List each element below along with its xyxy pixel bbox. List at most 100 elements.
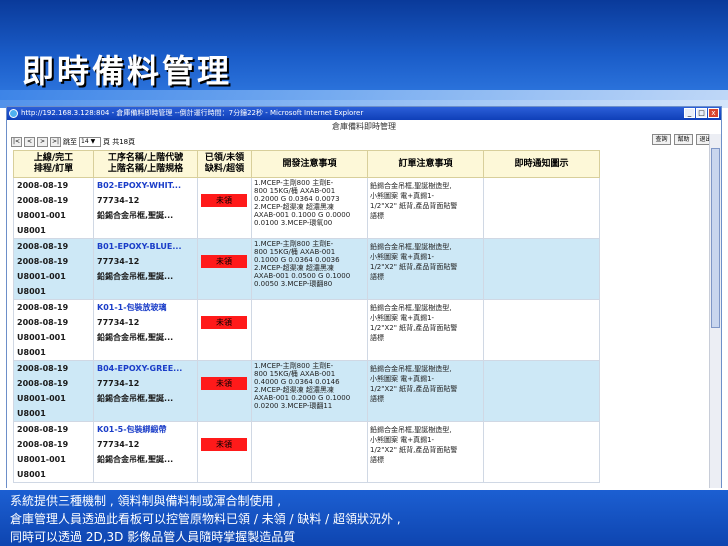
status-badge[interactable]: 未領 [201, 438, 247, 451]
parent-name: 鉛錫合金吊框,聖誕... [97, 272, 174, 281]
cell-order-notes: 鉛錫合金吊框,聖誕樹造型, 小熊圖案 電+真錫1- 1/2"X2" 紙背,產品背面貼… [367, 238, 484, 300]
dev-note-line: 0.1000 G 0.0364 0.0036 [254, 256, 340, 264]
cell-process: K01-5-包裝綁緞帶 77734-12 鉛錫合金吊框,聖誕... [93, 421, 198, 483]
process-link[interactable]: K01-5-包裝綁緞帶 [95, 423, 197, 438]
cell-alerts [483, 360, 600, 422]
cell-date-order: 2008-08-19 2008-08-19 U8001-001 U8001 [13, 421, 94, 483]
cell-date-order: 2008-08-19 2008-08-19 U8001-001 U8001 [13, 177, 94, 239]
query-button[interactable]: 查詢 [652, 134, 671, 145]
maximize-button[interactable]: □ [696, 108, 707, 118]
header-process: 工序名稱/上階代號 上階名稱/上階規格 [93, 150, 198, 178]
table-row[interactable]: 2008-08-19 2008-08-19 U8001-001 U8001 K01-5-… [13, 421, 600, 483]
scrollbar-thumb[interactable] [711, 148, 720, 328]
date-value: 2008-08-19 [17, 303, 69, 312]
date-value: 2008-08-19 [17, 318, 69, 327]
header-status: 已領/未領 缺料/超領 [197, 150, 252, 178]
status-badge[interactable]: 未領 [201, 377, 247, 390]
table-row[interactable]: 2008-08-19 2008-08-19 U8001-001 U8001 B01-EP… [13, 238, 600, 300]
cell-status: 未領 [197, 421, 252, 483]
status-badge[interactable]: 未領 [201, 194, 247, 207]
cell-order-notes: 鉛錫合金吊框,聖誕樹造型, 小熊圖案 電+真錫1- 1/2"X2" 紙背,產品背面貼… [367, 299, 484, 361]
material-board-table: 上線/完工 排程/訂單 工序名稱/上階代號 上階名稱/上階規格 已領/未領 缺料… [13, 150, 600, 483]
page-select[interactable]: 14 ▼ [79, 137, 101, 147]
order-note-line: 語標 [370, 456, 384, 464]
process-link[interactable]: B04-EPOXY-GREE... [95, 362, 197, 377]
order-note-line: 鉛錫合金吊框,聖誕樹造型, [370, 426, 452, 434]
dev-note-line: 2.MCEP-超渠凍 超濃黑凍 [254, 203, 334, 211]
vertical-scrollbar[interactable] [709, 134, 721, 489]
process-link[interactable]: B02-EPOXY-WHIT... [95, 179, 197, 194]
order-note-line: 語標 [370, 212, 384, 220]
parent-code: 77734-12 [97, 257, 140, 266]
cell-date-order: 2008-08-19 2008-08-19 U8001-001 U8001 [13, 360, 94, 422]
process-link[interactable]: B01-EPOXY-BLUE... [95, 240, 197, 255]
cell-order-notes: 鉛錫合金吊框,聖誕樹造型, 小熊圖案 電+真錫1- 1/2"X2" 紙背,產品背面貼… [367, 360, 484, 422]
cell-process: B02-EPOXY-WHIT... 77734-12 鉛錫合金吊框,聖誕... [93, 177, 198, 239]
parent-name: 鉛錫合金吊框,聖誕... [97, 394, 174, 403]
order-note-line: 小熊圖案 電+真錫1- [370, 192, 435, 200]
minimize-button[interactable]: _ [684, 108, 695, 118]
cell-dev-notes: 1.MCEP-主劑800 主劑E- 800 15KG/桶 AXAB-001 0.20… [251, 177, 368, 239]
cell-alerts [483, 238, 600, 300]
date-value: 2008-08-19 [17, 364, 69, 373]
header-alerts: 即時通知圖示 [483, 150, 600, 178]
date-value: 2008-08-19 [17, 379, 69, 388]
cell-alerts [483, 299, 600, 361]
header-order-notes: 訂單注意事項 [367, 150, 484, 178]
dev-note-line: 1.MCEP-主劑800 主劑E- [254, 179, 334, 187]
header-status-line1: 已領/未領 [204, 153, 245, 163]
date-value: 2008-08-19 [17, 242, 69, 251]
cell-dev-notes: 1.MCEP-主劑800 主劑E- 800 15KG/桶 AXAB-001 0.10… [251, 238, 368, 300]
caption-line: 倉庫管理人員透過此看板可以控管原物料已領 / 未領 / 缺料 / 超領狀況外 , [10, 512, 401, 526]
order-code: U8001-001 [17, 394, 66, 403]
help-button[interactable]: 幫助 [674, 134, 693, 145]
order-code: U8001 [17, 226, 46, 235]
order-code: U8001-001 [17, 333, 66, 342]
process-link[interactable]: K01-1-包裝放玻璃 [95, 301, 197, 316]
first-page-button[interactable]: |< [11, 137, 22, 147]
parent-code: 77734-12 [97, 196, 140, 205]
dev-note-line: 0.2000 G 0.0364 0.0073 [254, 195, 340, 203]
order-note-line: 語標 [370, 334, 384, 342]
window-controls: _ □ x [684, 108, 719, 118]
page-select-value: 14 [81, 138, 89, 145]
order-note-line: 鉛錫合金吊框,聖誕樹造型, [370, 243, 452, 251]
dev-note-line: 0.0100 3.MCEP-環氧00 [254, 219, 333, 227]
caption-line: 系統提供三種機制 , 領料制與備料制或渾合制使用 , [10, 494, 282, 508]
goto-label: 跳至 [63, 138, 77, 146]
date-value: 2008-08-19 [17, 196, 69, 205]
status-badge[interactable]: 未領 [201, 316, 247, 329]
cell-alerts [483, 177, 600, 239]
slide-title: 即時備料管理 [22, 52, 233, 90]
dev-note-line: 0.4000 G 0.0364 0.0146 [254, 378, 340, 386]
order-note-line: 小熊圖案 電+真錫1- [370, 436, 435, 444]
prev-page-button[interactable]: < [24, 137, 35, 147]
header-process-line2: 上階名稱/上階規格 [107, 164, 184, 174]
status-badge[interactable]: 未領 [201, 255, 247, 268]
order-note-line: 1/2"X2" 紙背,產品背面貼警 [370, 385, 458, 393]
order-code: U8001 [17, 470, 46, 479]
order-note-line: 鉛錫合金吊框,聖誕樹造型, [370, 365, 452, 373]
header-date-order: 上線/完工 排程/訂單 [13, 150, 94, 178]
cell-dev-notes: 1.MCEP-主劑800 主劑E- 800 15KG/桶 AXAB-001 0.40… [251, 360, 368, 422]
order-note-line: 小熊圖案 電+真錫1- [370, 253, 435, 261]
next-page-button[interactable]: > [37, 137, 48, 147]
browser-window: http://192.168.3.128:804 - 倉庫備料即時管理 --倒計… [6, 106, 722, 490]
caption-line: 同時可以透過 2D,3D 影像品管人員隨時掌握製造品質 [10, 530, 296, 544]
header-dev-notes: 開發注意事項 [251, 150, 368, 178]
cell-dev-notes [251, 421, 368, 483]
order-code: U8001-001 [17, 211, 66, 220]
table-row[interactable]: 2008-08-19 2008-08-19 U8001-001 U8001 B04-EP… [13, 360, 600, 422]
table-row[interactable]: 2008-08-19 2008-08-19 U8001-001 U8001 K01-1-… [13, 299, 600, 361]
table-row[interactable]: 2008-08-19 2008-08-19 U8001-001 U8001 B02-EP… [13, 177, 600, 239]
close-button[interactable]: x [708, 108, 719, 118]
page-title: 倉庫備料即時管理 [332, 122, 396, 131]
last-page-button[interactable]: >| [50, 137, 61, 147]
cell-order-notes: 鉛錫合金吊框,聖誕樹造型, 小熊圖案 電+真錫1- 1/2"X2" 紙背,產品背面貼… [367, 177, 484, 239]
dev-note-line: 1.MCEP-主劑800 主劑E- [254, 240, 334, 248]
order-note-line: 小熊圖案 電+真錫1- [370, 375, 435, 383]
dev-note-line: AXAB-001 0.0500 G 0.1000 [254, 272, 351, 280]
cell-alerts [483, 421, 600, 483]
dev-note-line: AXAB-001 0.1000 G 0.0000 [254, 211, 351, 219]
header-status-line2: 缺料/超領 [204, 164, 245, 174]
